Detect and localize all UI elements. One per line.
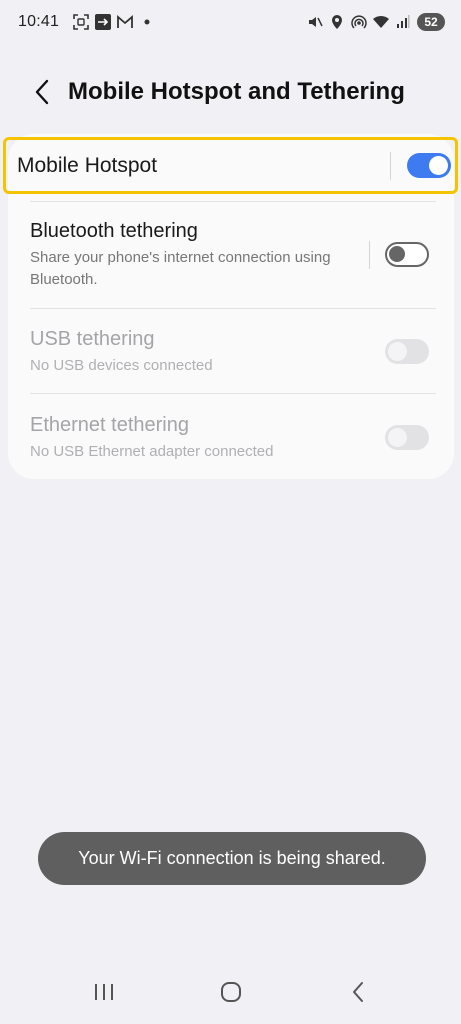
- home-icon: [220, 982, 241, 1002]
- dot-icon: [139, 14, 155, 30]
- divider: [369, 241, 370, 269]
- mobile-hotspot-toggle[interactable]: [407, 153, 451, 178]
- page-title: Mobile Hotspot and Tethering: [68, 78, 405, 105]
- divider: [30, 308, 436, 309]
- battery-indicator: 52: [417, 13, 445, 31]
- screen: 10:41 52 Mobile Hotspot and Tethering Mo…: [0, 0, 461, 1024]
- divider: [390, 152, 391, 180]
- toggle-knob: [388, 428, 407, 447]
- location-icon: [329, 14, 345, 30]
- status-left: 10:41: [18, 13, 155, 31]
- bluetooth-tethering-description: Share your phone's internet connection u…: [30, 249, 331, 288]
- status-right: 52: [307, 13, 445, 31]
- navigation-bar: [0, 960, 461, 1024]
- signal-icon: [395, 14, 411, 30]
- wifi-icon: [373, 14, 389, 30]
- recent-apps-icon: [94, 984, 113, 1000]
- chevron-left-icon: [35, 79, 49, 105]
- toggle-knob: [389, 246, 405, 262]
- toggle-knob: [388, 342, 407, 361]
- app-header: Mobile Hotspot and Tethering: [0, 62, 461, 122]
- ethernet-tethering-toggle[interactable]: [385, 425, 429, 450]
- usb-tethering-toggle[interactable]: [385, 339, 429, 364]
- bluetooth-tethering-toggle[interactable]: [385, 242, 429, 267]
- gmail-icon: [117, 14, 133, 30]
- back-nav-button[interactable]: [328, 967, 388, 1017]
- status-bar: 10:41 52: [0, 0, 461, 44]
- toggle-knob: [429, 156, 448, 175]
- bluetooth-tethering-label: Bluetooth tethering: [30, 220, 198, 242]
- clock: 10:41: [18, 13, 60, 30]
- recent-apps-button[interactable]: [74, 967, 134, 1017]
- divider: [30, 201, 436, 202]
- divider: [30, 393, 436, 394]
- back-button[interactable]: [20, 70, 64, 114]
- mobile-hotspot-row[interactable]: Mobile Hotspot: [3, 137, 458, 194]
- cast-icon: [95, 14, 112, 30]
- hotspot-icon: [351, 14, 367, 30]
- screenshot-icon: [73, 14, 89, 30]
- mobile-hotspot-label: Mobile Hotspot: [17, 153, 158, 177]
- toast-message: Your Wi-Fi connection is being shared.: [38, 832, 426, 885]
- home-button[interactable]: [201, 967, 261, 1017]
- back-icon: [352, 982, 363, 1002]
- mute-icon: [307, 14, 323, 30]
